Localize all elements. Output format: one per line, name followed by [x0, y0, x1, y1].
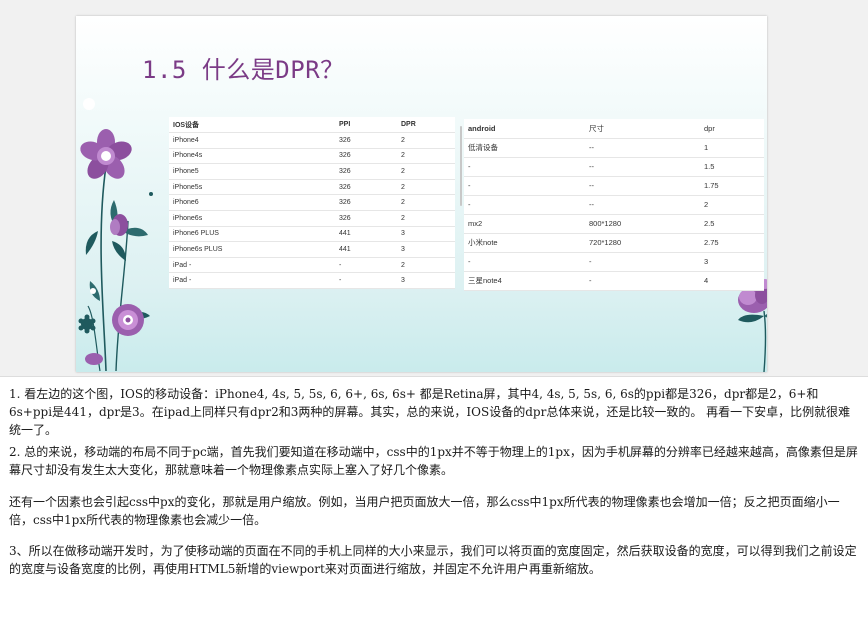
table-row: - -- 2 [464, 195, 764, 215]
table-cell: -- [585, 157, 700, 177]
table-cell: 326 [335, 163, 397, 180]
table-cell: 326 [335, 210, 397, 227]
table-cell: 2.5 [700, 214, 764, 234]
table-row: iPhone4s 326 2 [169, 148, 455, 165]
table-cell: iPhone6 [169, 194, 335, 212]
table-cell: 2 [397, 179, 455, 196]
table-row: - -- 1.75 [464, 176, 764, 196]
table-cell: 326 [335, 132, 397, 149]
table-row: iPhone6 326 2 [169, 194, 455, 212]
table-cell: 2.75 [700, 233, 764, 253]
table-cell: 1 [700, 138, 764, 158]
table-row: iPhone6s PLUS 441 3 [169, 241, 455, 258]
notes-paragraph-3[interactable]: 还有一个因素也会引起css中px的变化，那就是用户缩放。例如，当用户把页面放大一… [9, 493, 861, 529]
table-cell: 326 [335, 179, 397, 196]
table-cell: 326 [335, 148, 397, 165]
table-row: 三星note4-4 [464, 271, 764, 291]
table-header-row: android 尺寸 dpr [464, 119, 764, 139]
table-cell: 2 [397, 210, 455, 227]
table-cell: 2 [397, 132, 455, 149]
table-cell: - [335, 257, 397, 274]
table-cell: 3 [397, 272, 455, 290]
table-row: iPad --2 [169, 257, 455, 274]
table-row: iPad --3 [169, 272, 455, 290]
column-header: DPR [397, 117, 455, 134]
table-cell: -- [585, 176, 700, 196]
table-cell: iPhone6 PLUS [169, 226, 335, 243]
table-row: iPhone6s 326 2 [169, 210, 455, 227]
table-cell: 441 [335, 241, 397, 258]
table-cell: 小米note [464, 233, 585, 253]
table-row: - -- 1.5 [464, 157, 764, 177]
column-header: 尺寸 [585, 119, 700, 139]
table-cell: - [335, 272, 397, 290]
table-row: --3 [464, 252, 764, 272]
slide-title: 1.5 什么是DPR？ [142, 56, 345, 84]
slide-canvas: 1.5 什么是DPR？ IOS设备 PPI DPR iPhone4 326 2 iP… [0, 0, 868, 376]
table-cell: 3 [700, 252, 764, 272]
table-cell: - [464, 252, 585, 272]
table-cell: iPhone6s PLUS [169, 241, 335, 258]
table-cell: -- [585, 195, 700, 215]
notes-editor[interactable]: 1. 看左边的这个图，IOS的移动设备：iPhone4, 4s, 5, 5s, … [0, 376, 868, 634]
table-cell: - [464, 195, 585, 215]
table-cell: - [464, 157, 585, 177]
table-cell: 2 [397, 163, 455, 180]
table-cell: iPhone6s [169, 210, 335, 227]
table-cell: iPhone5s [169, 179, 335, 196]
table-cell: 3 [397, 226, 455, 243]
table-cell: 326 [335, 194, 397, 212]
table-row: iPhone5 326 2 [169, 163, 455, 180]
table-row: iPhone4 326 2 [169, 132, 455, 149]
table-cell: 1.5 [700, 157, 764, 177]
table-cell: 720*1280 [585, 233, 700, 253]
table-cell: - [585, 252, 700, 272]
table-cell: 441 [335, 226, 397, 243]
table-cell: 3 [397, 241, 455, 258]
table-cell: mx2 [464, 214, 585, 234]
slide: 1.5 什么是DPR？ IOS设备 PPI DPR iPhone4 326 2 iP… [76, 16, 767, 372]
table-row: iPhone5s 326 2 [169, 179, 455, 196]
notes-paragraph-2[interactable]: 2. 总的来说，移动端的布局不同于pc端，首先我们要知道在移动端中，css中的1… [9, 443, 861, 479]
ios-dpr-table: IOS设备 PPI DPR iPhone4 326 2 iPhone4s 326 2 i… [169, 117, 455, 290]
column-header: android [464, 119, 585, 139]
table-cell: -- [585, 138, 700, 158]
notes-paragraph-1[interactable]: 1. 看左边的这个图，IOS的移动设备：iPhone4, 4s, 5, 5s, … [9, 385, 861, 439]
table-cell: iPhone4s [169, 148, 335, 165]
table-cell: 三星note4 [464, 271, 585, 291]
table-cell: iPad - [169, 272, 335, 290]
table-cell: 4 [700, 271, 764, 291]
table-cell: - [464, 176, 585, 196]
notes-paragraph-4[interactable]: 3、所以在做移动端开发时，为了使移动端的页面在不同的手机上同样的大小来显示，我们… [9, 542, 861, 578]
table-row: 低清设备 -- 1 [464, 138, 764, 158]
table-cell: iPhone5 [169, 163, 335, 180]
column-header: IOS设备 [169, 117, 335, 134]
table-cell: iPad - [169, 257, 335, 274]
column-header: dpr [700, 119, 764, 139]
column-header: PPI [335, 117, 397, 134]
table-row: iPhone6 PLUS 441 3 [169, 226, 455, 243]
table-cell: 2 [397, 148, 455, 165]
table-cell: 2 [397, 257, 455, 274]
android-dpr-table: android 尺寸 dpr 低清设备 -- 1 - -- 1.5 - -- 1.75 --… [464, 119, 764, 291]
table-scrollbar[interactable] [460, 126, 462, 206]
table-cell: 低清设备 [464, 138, 585, 158]
table-cell: - [585, 271, 700, 291]
table-header-row: IOS设备 PPI DPR [169, 117, 455, 134]
table-row: mx2 800*1280 2.5 [464, 214, 764, 234]
table-cell: 800*1280 [585, 214, 700, 234]
table-cell: 2 [700, 195, 764, 215]
table-cell: 2 [397, 194, 455, 212]
table-cell: 1.75 [700, 176, 764, 196]
table-row: 小米note 720*1280 2.75 [464, 233, 764, 253]
table-cell: iPhone4 [169, 132, 335, 149]
